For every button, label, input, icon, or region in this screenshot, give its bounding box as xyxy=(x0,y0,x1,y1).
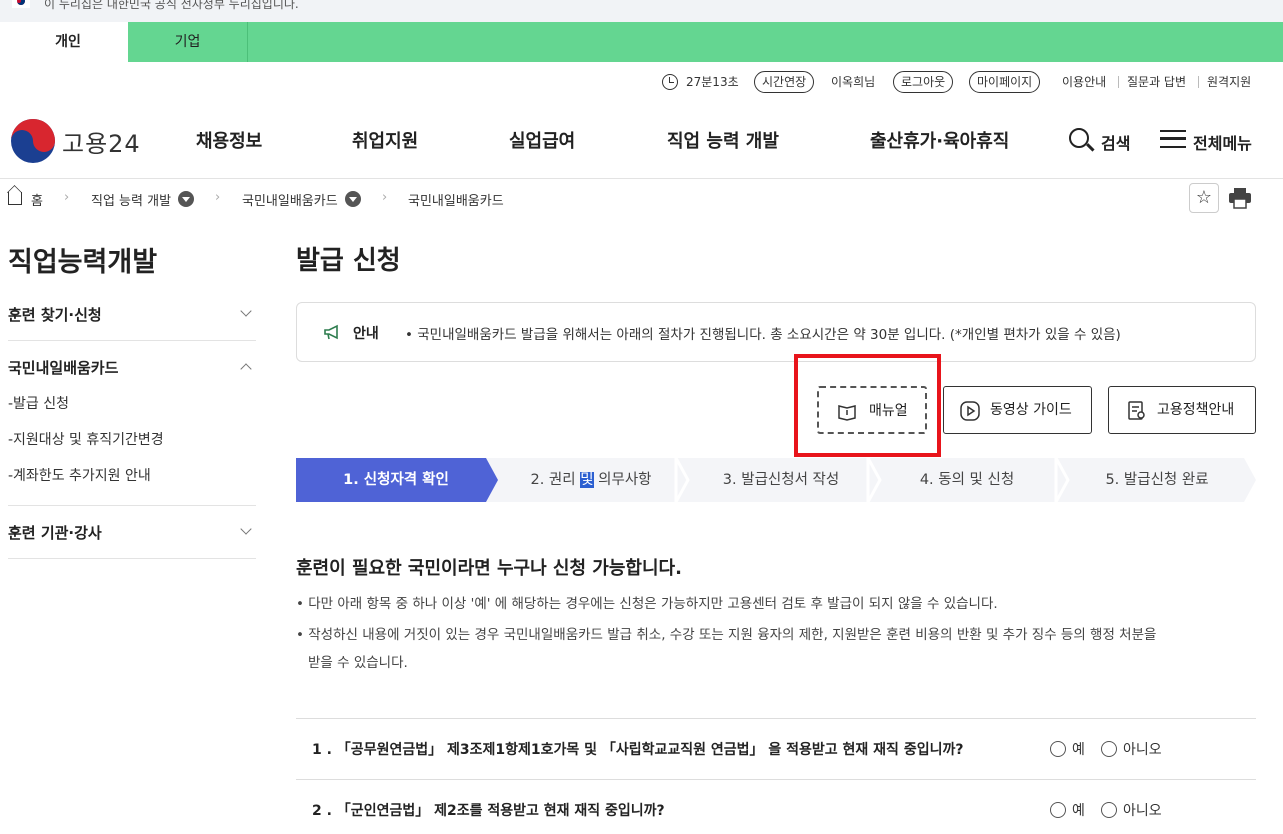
document-search-icon xyxy=(1128,401,1145,420)
sidebar-sub-apply[interactable]: -발급 신청 xyxy=(8,393,69,413)
question-divider xyxy=(296,718,1256,719)
page-title: 발급 신청 xyxy=(296,246,401,276)
megaphone-icon xyxy=(324,324,338,340)
notice-text: • 국민내일배움카드 발급을 위해서는 아래의 절차가 진행됩니다. 총 소요시… xyxy=(405,327,1121,343)
breadcrumb-job-training[interactable]: 직업 능력 개발 xyxy=(91,190,171,209)
notice-box: 안내 • 국민내일배움카드 발급을 위해서는 아래의 절차가 진행됩니다. 총 … xyxy=(296,302,1256,362)
util-divider xyxy=(1198,76,1199,88)
korea-flag-icon xyxy=(12,0,30,8)
extend-time-button[interactable]: 시간연장 xyxy=(754,71,815,93)
dropdown-icon[interactable] xyxy=(345,191,361,207)
breadcrumb-card[interactable]: 국민내일배움카드 xyxy=(242,190,338,209)
info-bullet: • 다만 아래 항목 중 하나 이상 '예' 에 해당하는 경우에는 신청은 가… xyxy=(296,596,998,612)
faq-link[interactable]: 질문과 답변 xyxy=(1127,70,1186,94)
search-icon[interactable] xyxy=(1069,128,1089,148)
sidebar-item-institutions[interactable]: 훈련 기관·강사 xyxy=(8,522,102,543)
gov-banner-text: 이 누리집은 대한민국 공식 전자정부 누리집입니다. xyxy=(44,0,299,11)
breadcrumb-chevron-icon: › xyxy=(215,190,221,205)
all-menu-label[interactable]: 전체메뉴 xyxy=(1193,130,1252,154)
q1-no-label[interactable]: 아니오 xyxy=(1123,739,1162,759)
bookmark-star-icon[interactable]: ☆ xyxy=(1189,183,1219,213)
nav-jobs[interactable]: 채용정보 xyxy=(196,127,262,153)
q1-yes-radio[interactable] xyxy=(1050,741,1066,757)
question-divider xyxy=(296,779,1256,780)
mypage-button[interactable]: 마이페이지 xyxy=(969,71,1041,93)
user-type-tabs: 개인 기업 xyxy=(8,22,1283,62)
notice-label: 안내 xyxy=(353,326,379,342)
info-bullet: • 작성하신 내용에 거짓이 있는 경우 국민내일배움카드 발급 취소, 수강 … xyxy=(296,627,1157,643)
tab-business[interactable]: 기업 xyxy=(128,22,248,62)
info-bullet-cont: 받을 수 있습니다. xyxy=(308,655,408,671)
video-guide-button[interactable]: 동영상 가이드 xyxy=(943,386,1092,434)
question-2: 2 . 「군인연금법」 제2조를 적용받고 현재 재직 중입니까? xyxy=(312,803,665,819)
breadcrumb-home[interactable]: 홈 xyxy=(31,190,43,209)
chevron-up-icon[interactable] xyxy=(240,363,252,375)
util-divider xyxy=(1118,76,1119,88)
q2-no-radio[interactable] xyxy=(1101,802,1117,818)
chevron-down-icon[interactable] xyxy=(240,523,252,535)
nav-unemployment-benefit[interactable]: 실업급여 xyxy=(509,127,575,153)
sidebar-sub-limit[interactable]: -계좌한도 추가지원 안내 xyxy=(8,465,151,485)
hamburger-menu-icon[interactable] xyxy=(1160,130,1186,148)
breadcrumb-chevron-icon: › xyxy=(64,190,70,205)
step-4-consent: 4. 동의 및 신청 xyxy=(919,472,1015,488)
policy-info-button[interactable]: 고용정책안내 xyxy=(1108,386,1256,434)
nav-job-training[interactable]: 직업 능력 개발 xyxy=(667,127,779,153)
step-5-complete: 5. 발급신청 완료 xyxy=(1105,472,1209,488)
sidebar-title: 직업능력개발 xyxy=(8,247,158,278)
logo-text[interactable]: 고용24 xyxy=(62,124,141,159)
help-link[interactable]: 이용안내 xyxy=(1062,70,1106,94)
sidebar-divider xyxy=(8,340,256,341)
question-1: 1 . 「공무원연금법」 제3조제1항제1호가목 및 「사립학교교직원 연금법」… xyxy=(312,742,964,758)
tab-personal[interactable]: 개인 xyxy=(8,22,128,62)
breadcrumb-current: 국민내일배움카드 xyxy=(408,194,504,209)
home-icon[interactable] xyxy=(8,192,22,205)
logo-icon[interactable] xyxy=(10,118,56,164)
sidebar-sub-eligibility[interactable]: -지원대상 및 휴직기간변경 xyxy=(8,429,164,449)
step-progress: 1. 신청자격 확인 2. 권리 및 의무사항 3. 발급신청서 작성 4. 동… xyxy=(296,458,1256,502)
nav-employment-support[interactable]: 취업지원 xyxy=(352,127,418,153)
sidebar-item-card[interactable]: 국민내일배움카드 xyxy=(8,357,118,378)
policy-info-button-label: 고용정책안내 xyxy=(1157,402,1235,418)
breadcrumb-chevron-icon: › xyxy=(382,190,388,205)
chevron-down-icon[interactable] xyxy=(240,305,252,317)
play-icon xyxy=(960,401,980,421)
dropdown-icon[interactable] xyxy=(178,191,194,207)
q2-no-label[interactable]: 아니오 xyxy=(1123,800,1162,820)
video-guide-button-label: 동영상 가이드 xyxy=(990,402,1072,418)
header-divider xyxy=(0,178,1283,179)
gov-banner: 이 누리집은 대한민국 공식 전자정부 누리집입니다. xyxy=(0,0,1283,22)
step-2-rights: 2. 권리 및 의무사항 xyxy=(530,472,652,488)
session-timer: 27분13초 xyxy=(686,75,739,89)
q2-yes-radio[interactable] xyxy=(1050,802,1066,818)
sidebar-divider xyxy=(8,505,256,506)
print-icon[interactable] xyxy=(1225,183,1255,213)
highlight-box xyxy=(794,354,941,457)
nav-parental-leave[interactable]: 출산휴가·육아휴직 xyxy=(870,127,1009,153)
sidebar-item-training-search[interactable]: 훈련 찾기·신청 xyxy=(8,304,102,325)
user-name: 이옥희님 xyxy=(831,75,876,89)
clock-icon xyxy=(662,74,678,90)
step-3-application: 3. 발급신청서 작성 xyxy=(722,472,840,488)
step-1-eligibility: 1. 신청자격 확인 xyxy=(343,472,449,488)
search-button-label[interactable]: 검색 xyxy=(1101,130,1130,154)
section-heading: 훈련이 필요한 국민이라면 누구나 신청 가능합니다. xyxy=(296,558,682,579)
q1-no-radio[interactable] xyxy=(1101,741,1117,757)
logout-button[interactable]: 로그아웃 xyxy=(893,71,954,93)
remote-support-link[interactable]: 원격지원 xyxy=(1207,70,1251,94)
q2-yes-label[interactable]: 예 xyxy=(1072,800,1085,820)
q1-yes-label[interactable]: 예 xyxy=(1072,739,1085,759)
sidebar-divider xyxy=(8,558,256,559)
